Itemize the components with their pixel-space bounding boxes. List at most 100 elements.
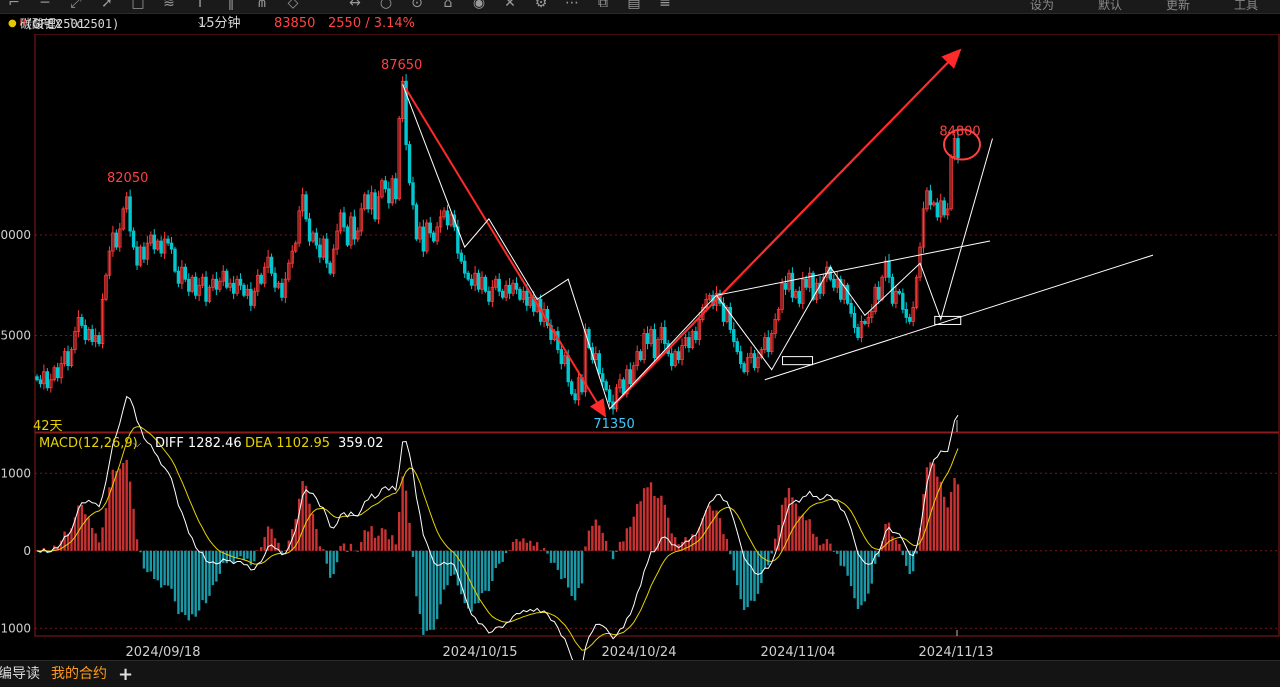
text-icon[interactable]: T — [192, 0, 208, 11]
macd-histogram-bar — [722, 534, 725, 551]
chevron-down-icon: ⌵ — [133, 437, 142, 450]
candle-body — [956, 138, 960, 159]
eye-icon[interactable]: ◉ — [471, 0, 487, 11]
fib-icon[interactable]: ≋ — [161, 0, 177, 11]
candle-body — [273, 272, 277, 288]
candle-body — [845, 284, 850, 304]
tab-my-contracts[interactable]: 我的合约 — [51, 661, 107, 687]
candle-body — [735, 341, 739, 352]
arrow-icon[interactable]: ➚ — [99, 0, 115, 11]
macd-tick-label: 0 — [23, 544, 31, 558]
macd-histogram-bar — [90, 527, 94, 551]
candle-body — [687, 337, 691, 348]
macd-histogram-bar — [484, 550, 487, 591]
macd-histogram-bar — [211, 550, 215, 586]
ray-icon[interactable]: ⤢ — [68, 0, 84, 11]
peak-label-87650: 87650 — [381, 58, 422, 73]
trough-label-71350: 71350 — [593, 417, 634, 432]
rect-icon[interactable]: □ — [130, 0, 146, 11]
macd-histogram-bar — [201, 550, 204, 601]
macd-histogram-bar — [549, 550, 553, 563]
macd-histogram-bar — [570, 550, 573, 596]
toolbar-text-0[interactable]: 设为 — [1030, 0, 1054, 13]
macd-histogram-bar — [773, 538, 777, 551]
candle-body — [366, 194, 370, 210]
macd-histogram-bar — [663, 504, 666, 551]
macd-histogram-bar — [260, 547, 263, 551]
channel-icon[interactable]: ∥ — [223, 0, 239, 11]
pattern-icon[interactable]: ⌒ — [316, 0, 332, 11]
macd-histogram-bar — [322, 549, 325, 551]
macd-histogram-bar — [870, 550, 873, 584]
macd-histogram-bar — [563, 550, 566, 579]
cursor-icon[interactable]: ⌐ — [6, 0, 22, 11]
toolbar-text-2[interactable]: 更新 — [1166, 0, 1190, 13]
line-icon[interactable]: ─ — [37, 0, 53, 11]
more-icon[interactable]: ⋯ — [564, 0, 580, 11]
macd-histogram-bar — [884, 523, 887, 551]
x-axis-label: 2024/11/13 — [919, 645, 994, 660]
menu-icon[interactable]: ≡ — [657, 0, 673, 11]
tab-guide[interactable]: 编导读 — [0, 661, 40, 687]
magnet-icon[interactable]: ⊙ — [409, 0, 425, 11]
macd-histogram-bar — [446, 550, 449, 586]
candle-body — [904, 308, 908, 318]
candle-body — [497, 278, 501, 292]
macd-histogram-bar — [639, 501, 642, 551]
macd-histogram-bar — [794, 503, 798, 551]
macd-histogram-bar — [591, 525, 594, 551]
chevron-down-icon: ⌵ — [198, 16, 208, 31]
macd-legend-diff: DIFF 1282.46 — [155, 436, 242, 451]
lock-icon[interactable]: ⌂ — [440, 0, 456, 11]
kline-chart[interactable]: 75000 80000 82050 87650 84800 71350 42天 1000 0 -1… — [0, 34, 1280, 660]
candle-body — [887, 260, 891, 278]
macd-histogram-bar — [363, 530, 366, 551]
candle-body — [131, 230, 136, 248]
macd-histogram-bar — [470, 550, 473, 612]
macd-histogram-bar — [439, 550, 442, 605]
macd-histogram-bar — [122, 463, 125, 551]
macd-histogram-bar — [556, 550, 560, 570]
symbol-code: (GFEX lc2501) — [25, 17, 120, 31]
candle-body — [476, 272, 481, 290]
candle-body — [345, 226, 350, 246]
pitchfork-icon[interactable]: ⋔ — [254, 0, 270, 11]
macd-histogram-bar — [391, 535, 394, 551]
macd-histogram-bar — [329, 550, 332, 578]
delete-icon[interactable]: ✕ — [502, 0, 518, 11]
macd-histogram-bar — [325, 550, 328, 564]
macd-histogram-bar — [805, 520, 808, 551]
macd-histogram-bar — [128, 481, 132, 551]
macd-histogram-bar — [539, 550, 542, 551]
toolbar-text-3[interactable]: 工具 — [1234, 0, 1258, 13]
candle-body — [628, 369, 633, 385]
candle-body — [187, 278, 191, 292]
macd-histogram-bar — [442, 550, 446, 590]
macd-histogram-bar — [270, 528, 273, 551]
add-tab-button[interactable]: + — [118, 661, 133, 687]
settings-icon[interactable]: ⚙ — [533, 0, 549, 11]
ellipse-icon[interactable]: ○ — [378, 0, 394, 11]
copy-icon[interactable]: ⧉ — [595, 0, 611, 11]
candle-body — [114, 232, 119, 248]
macd-histogram-bar — [194, 550, 197, 617]
bottom-tab-bar: 编导读 我的合约 + — [0, 660, 1280, 687]
macd-histogram-bar — [849, 550, 853, 587]
candle-body — [604, 381, 608, 391]
macd-histogram-bar — [815, 536, 818, 551]
candle-body — [421, 226, 426, 252]
macd-legend-dea: DEA 1102.95 — [245, 436, 330, 451]
candle-body — [325, 238, 329, 264]
candle-body — [525, 290, 529, 306]
candle-body — [849, 302, 853, 314]
macd-histogram-bar — [853, 550, 856, 599]
layers-icon[interactable]: ▤ — [626, 0, 642, 11]
candle-body — [352, 216, 357, 240]
gann-icon[interactable]: ◇ — [285, 0, 301, 11]
macd-histogram-bar — [332, 550, 335, 575]
macd-histogram-bar — [504, 550, 508, 554]
toolbar-text-1[interactable]: 默认 — [1098, 0, 1122, 13]
macd-histogram-bar — [170, 550, 173, 589]
measure-icon[interactable]: ↔ — [347, 0, 363, 11]
candle-body — [514, 282, 519, 290]
